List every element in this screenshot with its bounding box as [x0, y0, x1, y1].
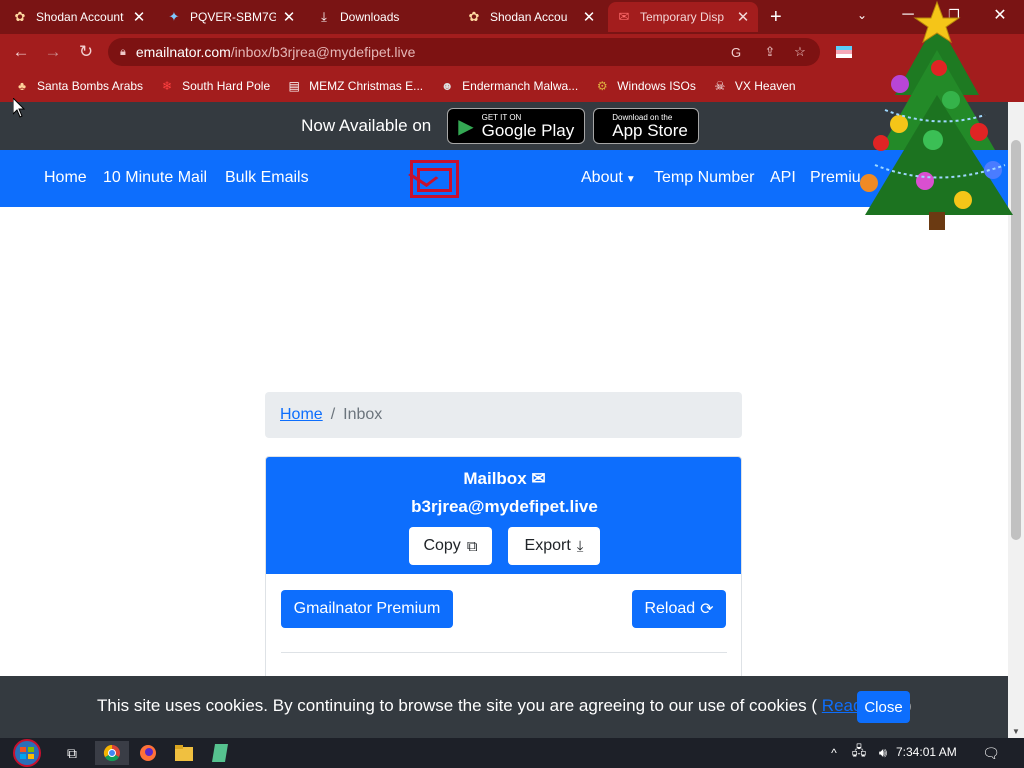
banner-label: Now Available on	[301, 116, 432, 135]
mailbox-header: Mailbox ✉ b3rjrea@mydefipet.live Copy ⧉ E…	[266, 457, 741, 574]
mouse-cursor-icon	[13, 98, 25, 118]
notifications-button[interactable]: 🗨︎	[982, 741, 1000, 765]
mailbox-email: b3rjrea@mydefipet.live	[411, 497, 598, 516]
taskbar-file-explorer[interactable]	[172, 741, 196, 765]
gear-icon: ⚙	[596, 79, 608, 93]
taskbar-chrome[interactable]	[95, 741, 129, 765]
flag-icon	[836, 46, 852, 58]
scroll-down-icon[interactable]: ▼	[1008, 727, 1024, 736]
nav-bulk-emails[interactable]: Bulk Emails	[225, 169, 309, 187]
url-path: /inbox/b3rjrea@mydefipet.live	[230, 44, 416, 60]
taskbar-clock[interactable]: 7:34:01 AM	[896, 745, 957, 759]
share-icon[interactable]: ⇪	[762, 44, 778, 60]
refresh-icon: ⟳	[700, 601, 714, 618]
refresh-icon: ↻	[78, 42, 94, 61]
notification-icon: 🗨︎	[982, 744, 1000, 761]
url-host: emailnator.com	[135, 44, 231, 60]
site-logo[interactable]	[408, 160, 459, 198]
envelope-icon: ✉	[531, 469, 546, 488]
taskbar: ⧉ ^ 🖧︎ 🔊︎ 7:34:01 AM 🗨︎	[0, 738, 1024, 768]
forward-button[interactable]: →	[41, 40, 65, 64]
google-play-button[interactable]: ▶ GET IT ON Google Play	[447, 108, 586, 144]
export-button[interactable]: Export ⤓	[508, 527, 600, 565]
twitter-icon: ✦	[168, 9, 180, 24]
caret-down-icon: ▼	[625, 174, 636, 185]
christmas-tree-overlay	[860, 0, 1013, 230]
app-store-button[interactable]: Download on the App Store	[593, 108, 699, 144]
bookmark-santa-bombs-arabs[interactable]: ♣ Santa Bombs Arabs	[14, 78, 143, 94]
reload-page-button[interactable]: ↻	[74, 40, 98, 64]
tab-pqver[interactable]: ✦ PQVER-SBM7G ✕	[158, 2, 304, 32]
bookmark-vx-heaven[interactable]: ☠ VX Heaven	[712, 78, 796, 94]
reload-button[interactable]: Reload ⟳	[632, 590, 726, 628]
snowflake-icon: ❄	[162, 79, 173, 93]
tab-shodan-account[interactable]: ✿ Shodan Account ✕	[4, 2, 154, 32]
breadcrumb: Home / Inbox	[265, 392, 742, 438]
bookmark-memz-christmas[interactable]: ▤ MEMZ Christmas E...	[286, 78, 423, 94]
nav-10-minute-mail[interactable]: 10 Minute Mail	[103, 169, 207, 187]
nav-home[interactable]: Home	[44, 169, 87, 187]
nav-about[interactable]: About ▼	[581, 169, 636, 187]
plus-icon: +	[770, 5, 782, 28]
copy-icon: ⧉	[466, 537, 478, 555]
divider	[281, 652, 727, 653]
tab-shodan-account-2[interactable]: ✿ Shodan Accou ✕	[458, 2, 604, 32]
task-view-button[interactable]: ⧉	[60, 741, 84, 765]
close-icon[interactable]: ✕	[282, 8, 296, 26]
breadcrumb-home[interactable]: Home	[280, 406, 323, 424]
taskbar-app[interactable]	[208, 741, 232, 765]
bookmark-windows-isos[interactable]: ⚙ Windows ISOs	[594, 78, 696, 94]
breadcrumb-current: Inbox	[343, 406, 383, 423]
download-icon: ⤓	[321, 9, 327, 24]
chevron-up-icon: ^	[831, 746, 837, 760]
skull-icon: ☠	[714, 79, 726, 93]
tab-downloads[interactable]: ⤓ Downloads	[308, 2, 454, 32]
copy-button[interactable]: Copy ⧉	[409, 527, 492, 565]
christmas-icon: ✿	[14, 9, 26, 24]
volume-icon[interactable]: 🔊︎	[874, 741, 892, 765]
arrow-right-icon: →	[44, 42, 62, 61]
lock-icon: 🔒︎	[120, 45, 126, 58]
new-tab-button[interactable]: +	[762, 2, 792, 32]
nav-premium[interactable]: Premiu	[810, 169, 861, 187]
app-icon	[212, 744, 228, 762]
bookmark-south-hard-pole[interactable]: ❄ South Hard Pole	[159, 78, 270, 94]
file-icon: ▤	[288, 79, 300, 93]
taskbar-firefox[interactable]	[136, 741, 160, 765]
start-button[interactable]	[8, 738, 46, 768]
folder-icon	[175, 745, 193, 761]
cookie-close-button[interactable]: Close	[857, 691, 910, 723]
bomb-icon: ♣	[18, 79, 26, 93]
nav-api[interactable]: API	[770, 169, 796, 187]
close-icon[interactable]: ✕	[736, 8, 750, 26]
network-icon[interactable]: 🖧︎	[850, 741, 868, 765]
firefox-icon	[140, 745, 156, 761]
mailbox-title: Mailbox ✉	[463, 469, 546, 488]
christmas-icon: ✿	[468, 9, 480, 24]
extension-flag-icon[interactable]	[832, 40, 856, 64]
google-play-icon: ▶	[458, 115, 474, 138]
tray-overflow-button[interactable]: ^	[826, 741, 842, 765]
back-button[interactable]: ←	[9, 40, 33, 64]
chrome-icon	[103, 744, 120, 762]
bookmark-endermanch-malware[interactable]: ☻ Endermanch Malwa...	[439, 78, 578, 94]
download-icon: ⤓	[576, 537, 584, 555]
google-icon[interactable]: G	[728, 44, 744, 60]
breadcrumb-separator: /	[330, 406, 336, 423]
star-icon[interactable]: ☆	[792, 44, 808, 60]
enderman-icon: ☻	[440, 79, 454, 93]
tab-temporary-disposable[interactable]: ✉ Temporary Disp ✕	[608, 2, 758, 32]
arrow-left-icon: ←	[12, 42, 30, 61]
cookie-text: This site uses cookies. By continuing to…	[97, 696, 912, 716]
nav-temp-number[interactable]: Temp Number	[654, 169, 754, 187]
close-icon[interactable]: ✕	[582, 8, 596, 26]
task-view-icon: ⧉	[67, 744, 77, 761]
email-icon: ✉	[618, 9, 630, 24]
address-bar[interactable]: 🔒︎ emailnator.com/inbox/b3rjrea@mydefipe…	[108, 38, 820, 66]
gmailnator-premium-button[interactable]: Gmailnator Premium	[281, 590, 453, 628]
close-icon[interactable]: ✕	[132, 8, 146, 26]
